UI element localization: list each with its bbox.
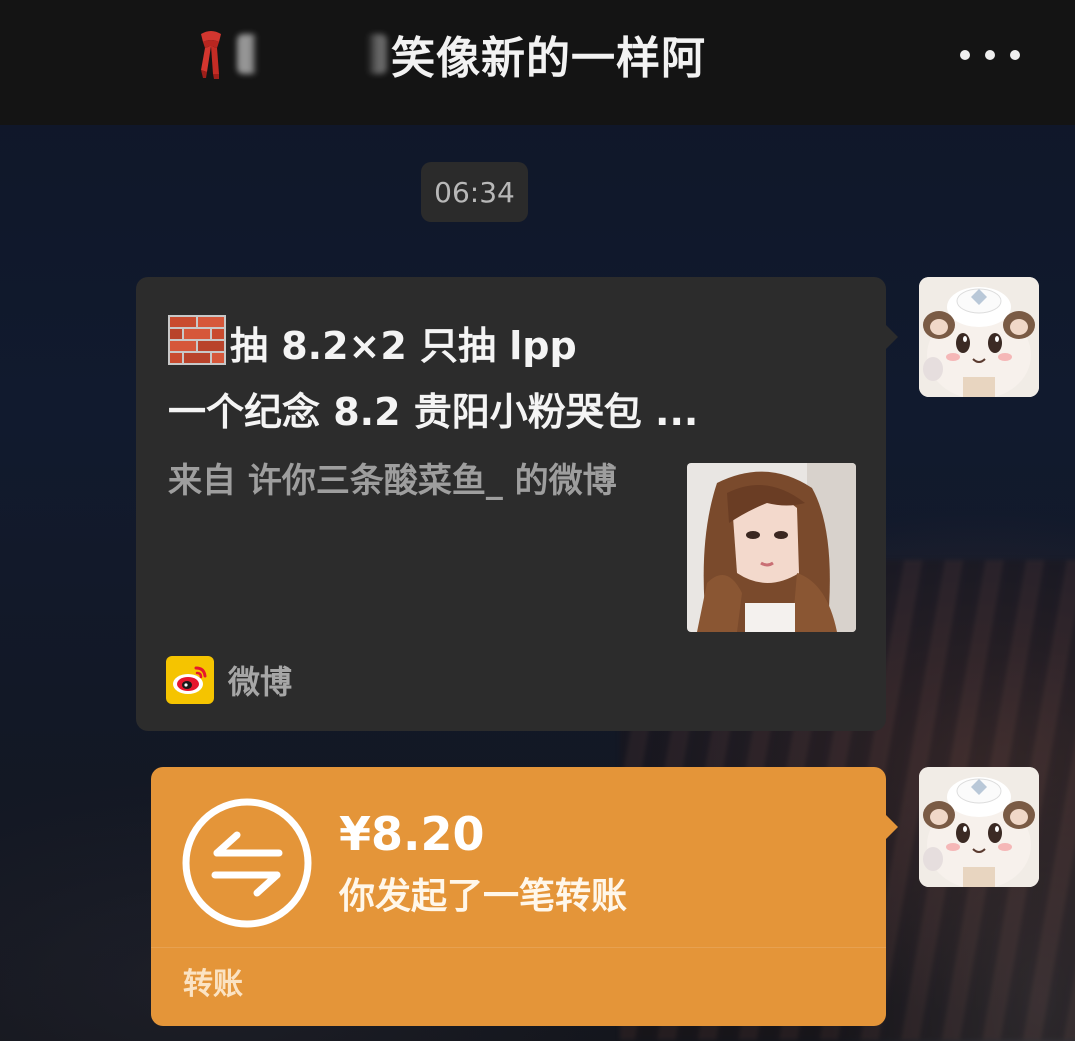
scarf-emoji-icon bbox=[195, 28, 227, 80]
card-title-line-2: 一个纪念 8.2 贵阳小粉哭包 ... bbox=[168, 390, 699, 434]
chat-title-text: 笑像新的一样阿 bbox=[391, 33, 706, 84]
transfer-message[interactable]: ¥8.20 你发起了一笔转账 转账 bbox=[151, 767, 898, 1026]
chat-title[interactable]: 笑像新的一样阿 bbox=[195, 24, 706, 84]
card-title-line-1: 抽 8.2×2 只抽 lpp bbox=[168, 311, 848, 379]
card-source-text: 来自 许你三条酸菜鱼_ 的微博 bbox=[168, 461, 617, 501]
card-footer: 微博 bbox=[166, 656, 292, 704]
bubble-tail bbox=[886, 325, 898, 349]
brick-wall-icon bbox=[168, 311, 226, 369]
transfer-description: 你发起了一笔转账 bbox=[339, 876, 628, 917]
transfer-arrows-icon bbox=[181, 797, 313, 929]
card-app-label: 微博 bbox=[228, 663, 293, 701]
bubble-tail bbox=[886, 815, 898, 839]
transfer-divider bbox=[151, 947, 886, 948]
more-options-button[interactable] bbox=[960, 40, 1020, 70]
chat-header: 笑像新的一样阿 bbox=[0, 0, 1075, 125]
more-dots-icon bbox=[960, 50, 970, 60]
card-title-text-1: 抽 8.2×2 只抽 lpp bbox=[230, 324, 577, 368]
more-dot bbox=[1010, 50, 1020, 60]
card-title: 抽 8.2×2 只抽 lpp 一个纪念 8.2 贵阳小粉哭包 ... bbox=[168, 311, 848, 445]
card-thumbnail-image bbox=[687, 463, 856, 632]
user-avatar[interactable] bbox=[919, 767, 1039, 887]
user-avatar[interactable] bbox=[919, 277, 1039, 397]
redacted-name bbox=[237, 34, 387, 74]
more-dot bbox=[985, 50, 995, 60]
transfer-label: 转账 bbox=[183, 967, 243, 1002]
shared-weibo-card[interactable]: 抽 8.2×2 只抽 lpp 一个纪念 8.2 贵阳小粉哭包 ... 来自 许你… bbox=[136, 277, 898, 731]
message-timestamp: 06:34 bbox=[421, 162, 528, 222]
transfer-amount: ¥8.20 bbox=[339, 807, 485, 861]
weibo-icon bbox=[166, 656, 214, 704]
